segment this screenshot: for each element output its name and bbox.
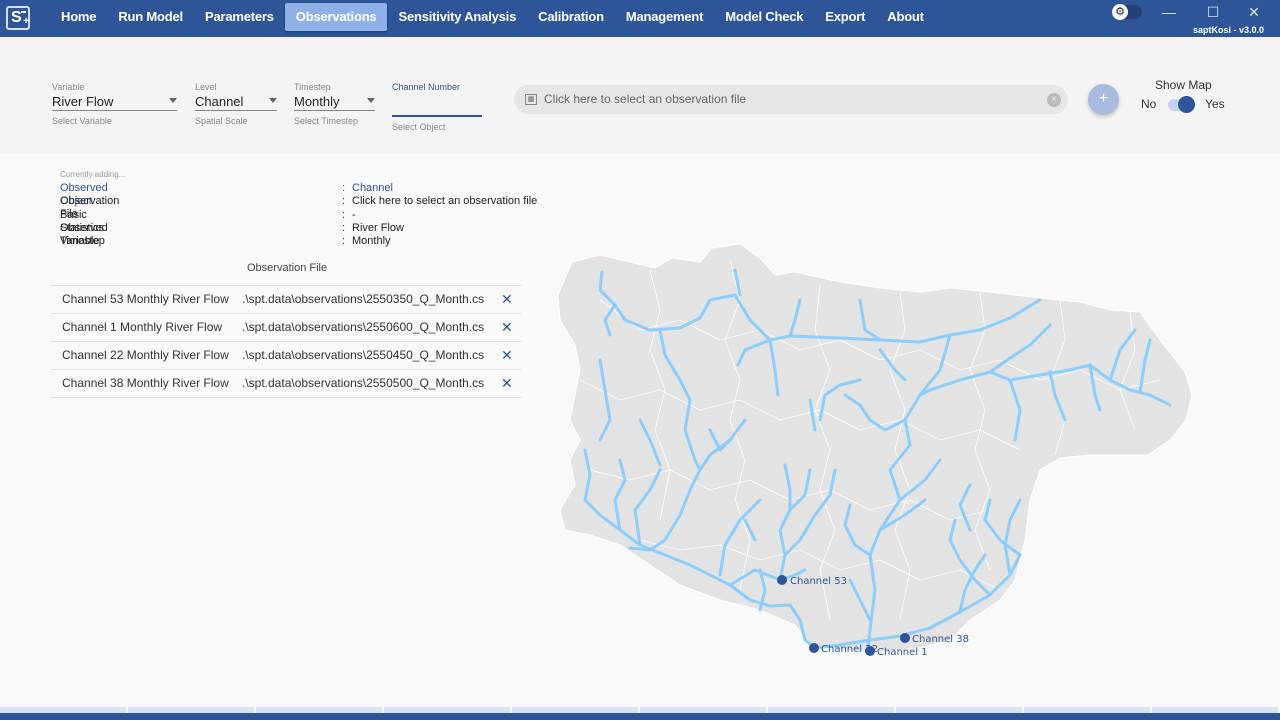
timestep-value[interactable]: Monthly	[294, 93, 375, 111]
delete-icon[interactable]: ✕	[501, 370, 513, 397]
info-key: Timestep	[60, 235, 105, 248]
timestep-hint: Select Timestep	[294, 116, 359, 126]
info-value: Click here to select an observation file	[352, 195, 538, 208]
variable-hint: Select Variable	[52, 116, 112, 126]
info-value: River Flow	[352, 221, 404, 234]
level-select[interactable]: Level Channel Spatial Scale	[195, 82, 277, 126]
level-selected: Channel	[195, 94, 244, 109]
logo-plus: +	[23, 16, 29, 27]
marker-dot[interactable]	[900, 633, 910, 643]
nav-parameters[interactable]: Parameters	[194, 3, 285, 31]
channel-number-input[interactable]	[392, 101, 482, 117]
currently-adding-heading: Currently adding...	[60, 170, 126, 179]
info-row-observed-variable: Observed Variable: River Flow	[60, 222, 404, 247]
nav-sensitivity-analysis[interactable]: Sensitivity Analysis	[387, 3, 527, 31]
info-separator: :	[342, 195, 346, 208]
minimize-button[interactable]: —	[1159, 2, 1179, 22]
main-nav: Home Run Model Parameters Observations S…	[50, 3, 935, 31]
timestep-label: Timestep	[294, 82, 331, 92]
level-value[interactable]: Channel	[195, 93, 277, 111]
level-label: Level	[195, 82, 217, 92]
chevron-down-icon	[169, 98, 177, 103]
observation-name: Channel 1 Monthly River Flow	[62, 320, 223, 334]
toggle-knob	[1178, 96, 1195, 113]
observation-name: Channel 38 Monthly River Flow	[62, 376, 229, 390]
add-observation-button[interactable]: +	[1088, 84, 1119, 115]
variable-label: Variable	[52, 82, 85, 92]
nav-export[interactable]: Export	[814, 3, 876, 31]
file-input-placeholder: Click here to select an observation file	[544, 92, 747, 106]
excel-file-icon: ▦	[525, 94, 537, 105]
observation-file-header: Observation File	[247, 262, 328, 274]
info-row-observed-object: Observed Object: Channel	[60, 182, 393, 207]
observation-path: .\spt.data\observations\2550350_Q_Month.…	[242, 292, 484, 306]
nav-run-model[interactable]: Run Model	[107, 3, 194, 31]
gear-icon: ⚙	[1112, 4, 1128, 20]
channel-number-label: Channel Number	[392, 82, 461, 92]
show-map-no-label: No	[1141, 97, 1157, 111]
variable-select[interactable]: Variable River Flow Select Variable	[52, 82, 177, 126]
marker-dot[interactable]	[865, 646, 875, 656]
info-row-timestep: Timestep: Monthly	[60, 235, 391, 248]
marker-dot[interactable]	[809, 643, 819, 653]
observation-list: Channel 53 Monthly River Flow .\spt.data…	[51, 285, 521, 398]
list-item[interactable]: Channel 53 Monthly River Flow .\spt.data…	[51, 286, 521, 314]
info-value: Channel	[352, 182, 393, 194]
info-separator: :	[342, 221, 346, 234]
marker-label: Channel 53	[790, 576, 847, 587]
variable-value[interactable]: River Flow	[52, 93, 177, 111]
nav-home[interactable]: Home	[50, 3, 107, 31]
observation-name: Channel 22 Monthly River Flow	[62, 348, 229, 362]
list-item[interactable]: Channel 38 Monthly River Flow .\spt.data…	[51, 370, 521, 398]
channel-number-hint: Select Object	[392, 122, 446, 132]
maximize-button[interactable]: ☐	[1203, 2, 1223, 22]
basin-map[interactable]: Channel 53 Channel 22 Channel 1 Channel …	[550, 240, 1200, 660]
info-row-observation-file: Observation File: Click here to select an…	[60, 195, 537, 220]
observation-name: Channel 53 Monthly River Flow	[62, 292, 229, 306]
chevron-down-icon	[269, 98, 277, 103]
level-hint: Spatial Scale	[195, 116, 248, 126]
observation-file-input[interactable]: ▦ Click here to select an observation fi…	[514, 85, 1068, 114]
timestep-selected: Monthly	[294, 94, 340, 109]
observation-path: .\spt.data\observations\2550600_Q_Month.…	[242, 320, 484, 334]
variable-selected: River Flow	[52, 94, 114, 109]
channel-number-field[interactable]: Channel Number Select Object	[392, 82, 482, 132]
chevron-down-icon	[367, 98, 375, 103]
list-item[interactable]: Channel 1 Monthly River Flow .\spt.data\…	[51, 314, 521, 342]
status-bar	[0, 713, 1280, 720]
timestep-select[interactable]: Timestep Monthly Select Timestep	[294, 82, 375, 126]
clear-icon[interactable]: ×	[1047, 93, 1061, 107]
delete-icon[interactable]: ✕	[501, 342, 513, 369]
info-separator: :	[342, 235, 346, 248]
nav-management[interactable]: Management	[615, 3, 714, 31]
close-button[interactable]: ✕	[1244, 2, 1264, 22]
nav-observations[interactable]: Observations	[284, 3, 388, 31]
nav-about[interactable]: About	[876, 3, 935, 31]
marker-label: Channel 38	[912, 634, 969, 645]
version-label: saptKosi - v3.0.0	[1192, 25, 1264, 35]
info-separator: :	[342, 182, 346, 194]
show-map-toggle[interactable]	[1168, 96, 1195, 113]
marker-label: Channel 1	[877, 647, 928, 658]
info-separator: :	[342, 208, 346, 221]
observation-path: .\spt.data\observations\2550500_Q_Month.…	[242, 376, 484, 390]
list-item[interactable]: Channel 22 Monthly River Flow .\spt.data…	[51, 342, 521, 370]
app-logo: S +	[6, 6, 30, 30]
nav-calibration[interactable]: Calibration	[527, 3, 615, 31]
info-row-basic-statistics: Basic Statistics: -	[60, 209, 356, 234]
theme-toggle[interactable]: ⚙	[1112, 4, 1142, 20]
delete-icon[interactable]: ✕	[501, 286, 513, 313]
currently-adding-panel: Currently adding... Observed Object: Chan…	[60, 170, 537, 248]
show-map-label: Show Map	[1155, 78, 1212, 92]
info-value: -	[352, 208, 356, 221]
observation-toolbar: Variable River Flow Select Variable Leve…	[0, 37, 1280, 154]
delete-icon[interactable]: ✕	[501, 314, 513, 341]
show-map-yes-label: Yes	[1205, 97, 1225, 111]
marker-dot[interactable]	[777, 575, 787, 585]
title-bar: S + Home Run Model Parameters Observatio…	[0, 0, 1280, 37]
nav-model-check[interactable]: Model Check	[714, 3, 814, 31]
info-value: Monthly	[352, 235, 391, 248]
observation-path: .\spt.data\observations\2550450_Q_Month.…	[242, 348, 484, 362]
